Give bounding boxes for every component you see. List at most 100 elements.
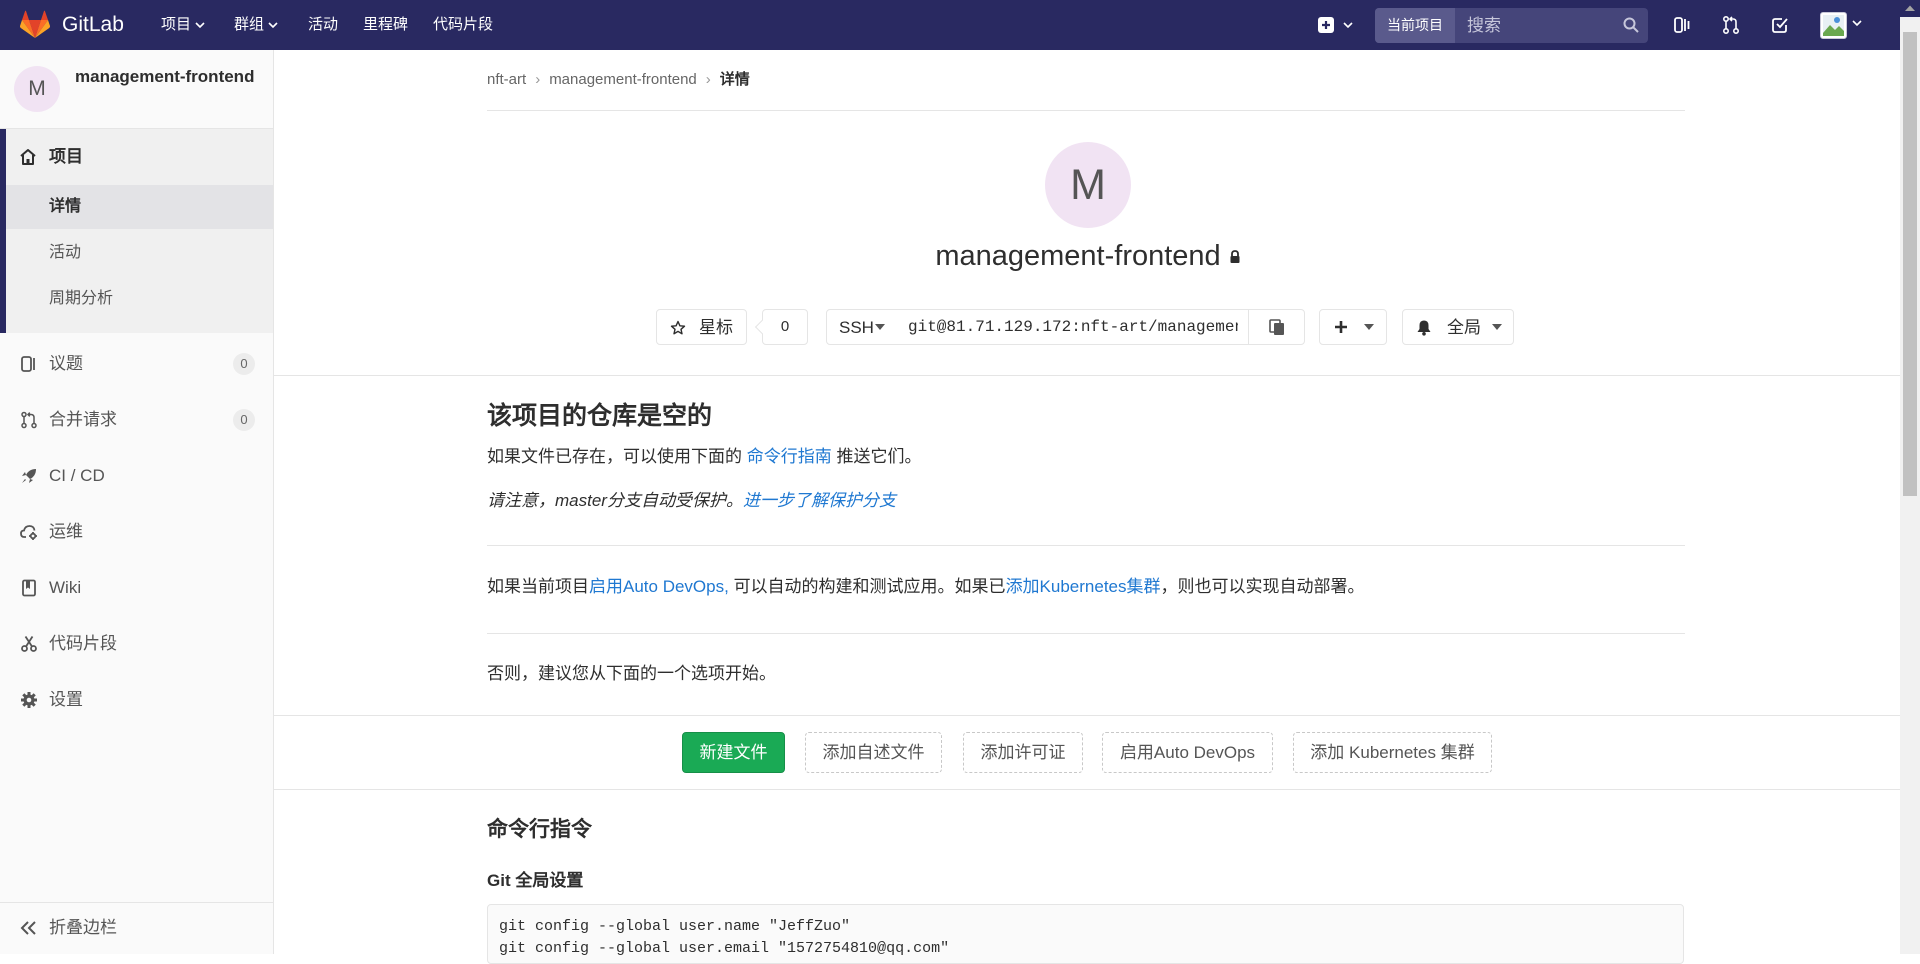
- add-kubernetes-cluster-button[interactable]: 添加 Kubernetes 集群: [1293, 732, 1492, 773]
- add-kubernetes-link[interactable]: 添加Kubernetes集群: [1006, 577, 1161, 596]
- issues-icon: [21, 356, 35, 372]
- merge-request-icon[interactable]: [1721, 15, 1741, 35]
- hint-text: 如果当前项目: [487, 577, 589, 596]
- sidebar-project-name: management-frontend: [75, 67, 255, 86]
- cli-instructions-title: 命令行指令: [487, 818, 592, 841]
- search-input[interactable]: [1455, 8, 1648, 43]
- new-item-dropdown[interactable]: [1318, 14, 1360, 36]
- divider: [487, 110, 1685, 111]
- rocket-icon: [22, 469, 36, 483]
- breadcrumb-current[interactable]: 详情: [720, 71, 750, 88]
- search-scope-badge[interactable]: 当前项目: [1375, 8, 1455, 43]
- enable-auto-devops-button[interactable]: 启用Auto DevOps: [1102, 732, 1273, 773]
- project-sidebar: M management-frontend 项目 详情 活动 周期分析 议题 0…: [0, 50, 274, 954]
- protected-branches-link[interactable]: 进一步了解保护分支: [743, 491, 896, 510]
- avatar-image-icon: [1823, 15, 1844, 36]
- search-icon[interactable]: [1623, 17, 1639, 33]
- breadcrumb-project[interactable]: management-frontend: [549, 71, 697, 88]
- add-readme-button[interactable]: 添加自述文件: [805, 732, 942, 773]
- code-line: git config --global user.email "15727548…: [499, 940, 950, 957]
- merge-request-icon: [21, 411, 37, 429]
- sidebar-subitem-activity[interactable]: 活动: [6, 231, 273, 275]
- user-avatar[interactable]: [1820, 12, 1847, 39]
- instructions-text: 如果文件已存在，可以使用下面的: [487, 447, 742, 466]
- scissors-icon: [21, 636, 37, 652]
- scroll-up-arrow-icon[interactable]: [1904, 4, 1916, 12]
- sidebar-subitem-cycle-analytics[interactable]: 周期分析: [6, 277, 273, 321]
- clipboard-icon: [1269, 319, 1284, 335]
- star-label: 星标: [699, 318, 733, 337]
- empty-repo-instructions: 如果文件已存在，可以使用下面的 命令行指南 推送它们。: [487, 446, 921, 468]
- top-navbar: GitLab 项目 群组 活动 里程碑 代码片段 当前项目: [0, 0, 1920, 50]
- code-line: git config --global user.name "JeffZuo": [499, 918, 851, 935]
- brand-name[interactable]: GitLab: [62, 13, 124, 37]
- divider: [274, 375, 1900, 376]
- sidebar-project-group: 项目 详情 活动 周期分析: [0, 129, 273, 333]
- nav-milestones[interactable]: 里程碑: [363, 16, 408, 34]
- clone-url-input[interactable]: [898, 309, 1249, 345]
- plus-icon: [1335, 321, 1347, 333]
- star-outline-icon: [670, 320, 686, 335]
- sidebar-item-label: 设置: [49, 690, 83, 709]
- gitlab-logo-icon[interactable]: [19, 9, 51, 41]
- notification-level-label: 全局: [1447, 318, 1481, 337]
- caret-down-icon: [1364, 324, 1374, 330]
- note-text: 请注意，master分支自动受保护。: [487, 491, 743, 510]
- nav-groups-menu[interactable]: 群组: [234, 16, 278, 34]
- nav-activity[interactable]: 活动: [308, 16, 338, 34]
- star-count[interactable]: 0: [762, 309, 808, 345]
- star-button[interactable]: 星标: [656, 309, 747, 345]
- sidebar-item-ci-cd[interactable]: CI / CD: [0, 453, 273, 499]
- sidebar-item-label: 运维: [49, 522, 83, 541]
- sidebar-item-operations[interactable]: 运维: [0, 509, 273, 555]
- otherwise-text: 否则，建议您从下面的一个选项开始。: [487, 664, 776, 683]
- nav-snippets[interactable]: 代码片段: [433, 16, 493, 34]
- sidebar-item-label: 议题: [49, 354, 83, 373]
- search-box: 当前项目: [1375, 8, 1648, 43]
- sidebar-item-snippets[interactable]: 代码片段: [0, 621, 273, 667]
- lock-icon: [1230, 250, 1240, 264]
- chevron-down-icon[interactable]: [1852, 20, 1862, 27]
- sidebar-item-wiki[interactable]: Wiki: [0, 565, 273, 611]
- main-content: nft-art › management-frontend › 详情 M managem…: [274, 50, 1900, 964]
- new-file-button[interactable]: 新建文件: [682, 732, 785, 773]
- sidebar-item-merge-requests[interactable]: 合并请求 0: [0, 397, 273, 443]
- instructions-text: 推送它们。: [836, 447, 922, 466]
- nav-projects-label: 项目: [161, 16, 192, 33]
- sidebar-item-label: 项目: [49, 147, 83, 166]
- todo-check-icon[interactable]: [1770, 15, 1790, 35]
- nav-groups-label: 群组: [234, 16, 265, 33]
- divider: [274, 715, 1900, 716]
- protected-branch-note: 请注意，master分支自动受保护。进一步了解保护分支: [487, 490, 896, 512]
- cli-guide-link[interactable]: 命令行指南: [747, 447, 832, 466]
- git-config-code-block[interactable]: git config --global user.name "JeffZuo" …: [487, 904, 1684, 964]
- chevron-down-icon: [268, 21, 278, 28]
- sidebar-item-project[interactable]: 项目: [6, 129, 273, 185]
- project-name: management-frontend: [935, 240, 1221, 272]
- collapse-sidebar-label: 折叠边栏: [49, 918, 117, 937]
- bell-icon: [1417, 320, 1431, 336]
- add-license-button[interactable]: 添加许可证: [963, 732, 1083, 773]
- cloud-gear-icon: [20, 525, 37, 540]
- breadcrumb-separator: ›: [705, 71, 711, 88]
- sidebar-item-settings[interactable]: 设置: [0, 677, 273, 723]
- hint-text: ，则也可以实现自动部署。: [1160, 577, 1365, 596]
- nav-projects-menu[interactable]: 项目: [161, 16, 205, 34]
- breadcrumb-group[interactable]: nft-art: [487, 71, 526, 88]
- enable-auto-devops-link[interactable]: 启用Auto DevOps,: [589, 577, 729, 596]
- add-new-dropdown[interactable]: [1319, 309, 1387, 345]
- home-icon: [20, 149, 36, 165]
- sidebar-item-issues[interactable]: 议题 0: [0, 341, 273, 387]
- notification-dropdown[interactable]: 全局: [1402, 309, 1514, 345]
- auto-devops-hint: 如果当前项目启用Auto DevOps, 可以自动的构建和测试应用。如果已添加K…: [487, 576, 1365, 598]
- copy-url-button[interactable]: [1248, 309, 1305, 345]
- sidebar-project-header[interactable]: M management-frontend: [0, 50, 273, 129]
- double-chevron-left-icon: [20, 921, 36, 935]
- sidebar-toggle-icon[interactable]: [1673, 15, 1693, 35]
- sidebar-item-label: CI / CD: [49, 466, 105, 485]
- sidebar-subitem-details[interactable]: 详情: [6, 185, 273, 229]
- empty-repo-title: 该项目的仓库是空的: [487, 402, 713, 430]
- clone-protocol-dropdown[interactable]: SSH: [826, 309, 899, 345]
- scrollbar-thumb[interactable]: [1903, 32, 1917, 496]
- collapse-sidebar-button[interactable]: 折叠边栏: [0, 902, 273, 953]
